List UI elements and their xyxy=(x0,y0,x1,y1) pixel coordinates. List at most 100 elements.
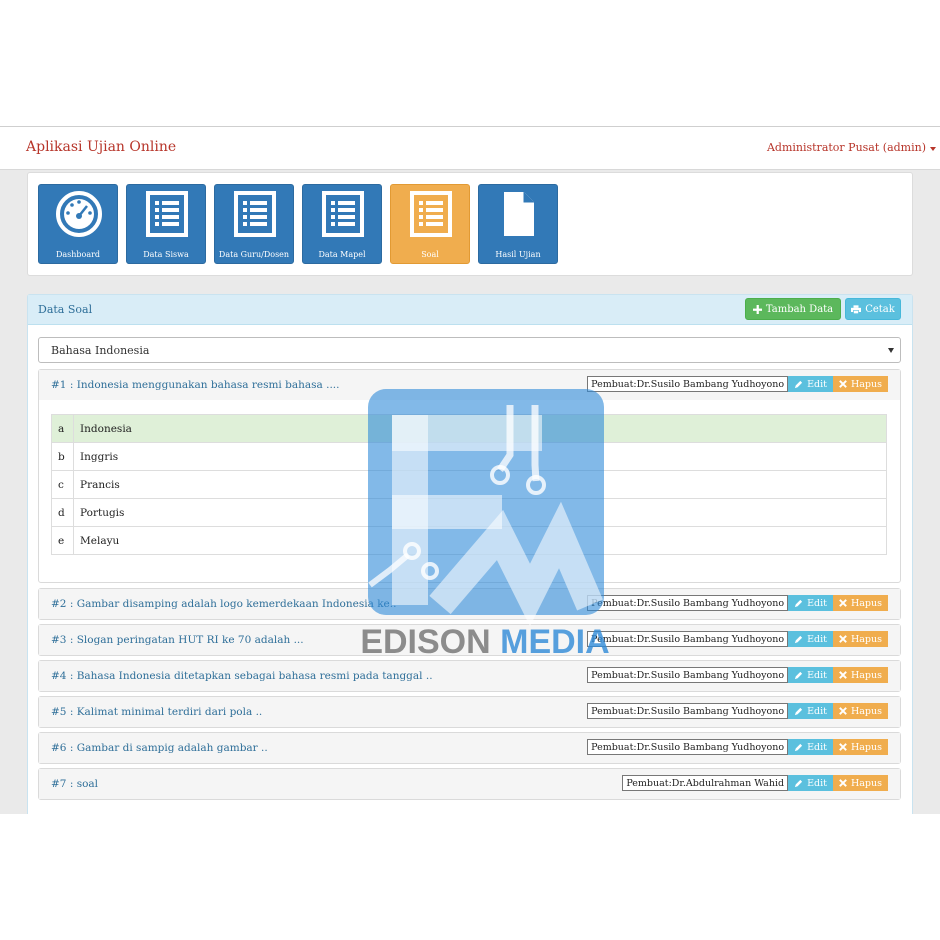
list-icon xyxy=(322,191,364,237)
cetak-button[interactable]: Cetak xyxy=(845,298,901,320)
author-badge: Pembuat:Dr.Susilo Bambang Yudhoyono xyxy=(587,631,789,647)
edit-label: Edit xyxy=(807,705,827,717)
question-item: #4 : Bahasa Indonesia ditetapkan sebagai… xyxy=(38,660,901,692)
question-actions: Pembuat:Dr.Susilo Bambang Yudhoyono Edit… xyxy=(587,376,888,392)
tile-data-guru[interactable]: Data Guru/Dosen xyxy=(214,184,294,264)
close-icon xyxy=(839,779,847,787)
option-letter: d xyxy=(51,498,74,527)
option-letter: e xyxy=(51,526,74,555)
edit-label: Edit xyxy=(807,633,827,645)
hapus-button[interactable]: Hapus xyxy=(832,631,888,647)
answer-options-table: a Indonesia b Inggris c Prancis d Portug… xyxy=(51,414,887,555)
hapus-label: Hapus xyxy=(850,705,882,717)
pencil-icon xyxy=(794,380,803,388)
top-navbar: Aplikasi Ujian Online Administrator Pusa… xyxy=(0,126,940,170)
print-icon xyxy=(851,304,862,314)
close-icon xyxy=(839,599,847,607)
hapus-label: Hapus xyxy=(850,633,882,645)
author-badge: Pembuat:Dr.Susilo Bambang Yudhoyono xyxy=(587,595,789,611)
hapus-button[interactable]: Hapus xyxy=(832,376,888,392)
question-header: #7 : soal Pembuat:Dr.Abdulrahman Wahid E… xyxy=(39,769,900,799)
hapus-button[interactable]: Hapus xyxy=(832,739,888,755)
tile-data-mapel[interactable]: Data Mapel xyxy=(302,184,382,264)
mapel-select[interactable]: Bahasa Indonesia xyxy=(38,337,901,363)
list-icon xyxy=(410,191,452,237)
edit-label: Edit xyxy=(807,378,827,390)
question-text[interactable]: #6 : Gambar di sampig adalah gambar .. xyxy=(51,742,268,754)
question-actions: Pembuat:Dr.Susilo Bambang Yudhoyono Edit… xyxy=(587,667,888,683)
question-header: #2 : Gambar disamping adalah logo kemerd… xyxy=(39,589,900,619)
question-text[interactable]: #1 : Indonesia menggunakan bahasa resmi … xyxy=(51,379,339,391)
question-actions: Pembuat:Dr.Susilo Bambang Yudhoyono Edit… xyxy=(587,631,888,647)
edit-label: Edit xyxy=(807,597,827,609)
question-text[interactable]: #2 : Gambar disamping adalah logo kemerd… xyxy=(51,598,396,610)
hapus-button[interactable]: Hapus xyxy=(832,703,888,719)
question-text[interactable]: #4 : Bahasa Indonesia ditetapkan sebagai… xyxy=(51,670,433,682)
user-menu[interactable]: Administrator Pusat (admin) xyxy=(767,141,936,154)
edit-button[interactable]: Edit xyxy=(788,775,833,791)
option-text: Melayu xyxy=(73,526,887,555)
panel-title: Data Soal xyxy=(38,303,93,316)
question-header: #1 : Indonesia menggunakan bahasa resmi … xyxy=(39,370,900,400)
option-row: c Prancis xyxy=(51,470,887,499)
list-icon xyxy=(146,191,188,237)
question-actions: Pembuat:Dr.Susilo Bambang Yudhoyono Edit… xyxy=(587,595,888,611)
tile-dashboard[interactable]: Dashboard xyxy=(38,184,118,264)
edit-label: Edit xyxy=(807,741,827,753)
question-actions: Pembuat:Dr.Susilo Bambang Yudhoyono Edit… xyxy=(587,703,888,719)
mapel-select-value: Bahasa Indonesia xyxy=(51,344,150,357)
app-brand[interactable]: Aplikasi Ujian Online xyxy=(26,139,176,155)
hapus-button[interactable]: Hapus xyxy=(832,775,888,791)
menu-tiles-panel: Dashboard Data Siswa Data Guru/Dosen Dat… xyxy=(27,172,913,276)
question-item: #6 : Gambar di sampig adalah gambar .. P… xyxy=(38,732,901,764)
close-icon xyxy=(839,380,847,388)
question-text[interactable]: #7 : soal xyxy=(51,778,98,790)
option-text: Indonesia xyxy=(73,414,887,443)
tambah-data-label: Tambah Data xyxy=(765,303,834,315)
list-icon xyxy=(234,191,276,237)
caret-down-icon xyxy=(930,146,936,151)
pencil-icon xyxy=(794,779,803,787)
chevron-down-icon xyxy=(888,348,894,353)
edit-button[interactable]: Edit xyxy=(788,631,833,647)
app-viewport: Aplikasi Ujian Online Administrator Pusa… xyxy=(0,126,940,814)
tambah-data-button[interactable]: Tambah Data xyxy=(745,298,841,320)
tile-soal[interactable]: Soal xyxy=(390,184,470,264)
edit-button[interactable]: Edit xyxy=(788,703,833,719)
hapus-button[interactable]: Hapus xyxy=(832,667,888,683)
tile-label: Data Siswa xyxy=(143,250,189,259)
option-letter: b xyxy=(51,442,74,471)
edit-button[interactable]: Edit xyxy=(788,739,833,755)
author-badge: Pembuat:Dr.Susilo Bambang Yudhoyono xyxy=(587,667,789,683)
author-badge: Pembuat:Dr.Abdulrahman Wahid xyxy=(622,775,789,791)
question-actions: Pembuat:Dr.Abdulrahman Wahid Edit Hapus xyxy=(622,775,888,791)
tile-label: Dashboard xyxy=(55,250,101,259)
tile-hasil-ujian[interactable]: Hasil Ujian xyxy=(478,184,558,264)
option-letter: a xyxy=(51,414,74,443)
question-text[interactable]: #3 : Slogan peringatan HUT RI ke 70 adal… xyxy=(51,634,304,646)
cetak-label: Cetak xyxy=(865,303,895,315)
tile-label: Data Mapel xyxy=(318,250,366,259)
tile-data-siswa[interactable]: Data Siswa xyxy=(126,184,206,264)
option-text: Portugis xyxy=(73,498,887,527)
edit-button[interactable]: Edit xyxy=(788,376,833,392)
option-letter: c xyxy=(51,470,74,499)
question-actions: Pembuat:Dr.Susilo Bambang Yudhoyono Edit… xyxy=(587,739,888,755)
tile-label: Hasil Ujian xyxy=(495,250,541,259)
pencil-icon xyxy=(794,635,803,643)
plus-icon xyxy=(752,304,762,314)
edit-button[interactable]: Edit xyxy=(788,667,833,683)
question-header: #3 : Slogan peringatan HUT RI ke 70 adal… xyxy=(39,625,900,655)
data-soal-panel: Data Soal Tambah Data Cetak Bahasa Indon… xyxy=(27,294,913,814)
hapus-button[interactable]: Hapus xyxy=(832,595,888,611)
question-text[interactable]: #5 : Kalimat minimal terdiri dari pola .… xyxy=(51,706,262,718)
panel-heading: Data Soal Tambah Data Cetak xyxy=(28,295,912,325)
option-row: e Melayu xyxy=(51,526,887,555)
hapus-label: Hapus xyxy=(850,378,882,390)
edit-button[interactable]: Edit xyxy=(788,595,833,611)
author-badge: Pembuat:Dr.Susilo Bambang Yudhoyono xyxy=(587,376,789,392)
close-icon xyxy=(839,707,847,715)
option-text: Inggris xyxy=(73,442,887,471)
edit-label: Edit xyxy=(807,669,827,681)
dashboard-icon xyxy=(56,191,102,237)
